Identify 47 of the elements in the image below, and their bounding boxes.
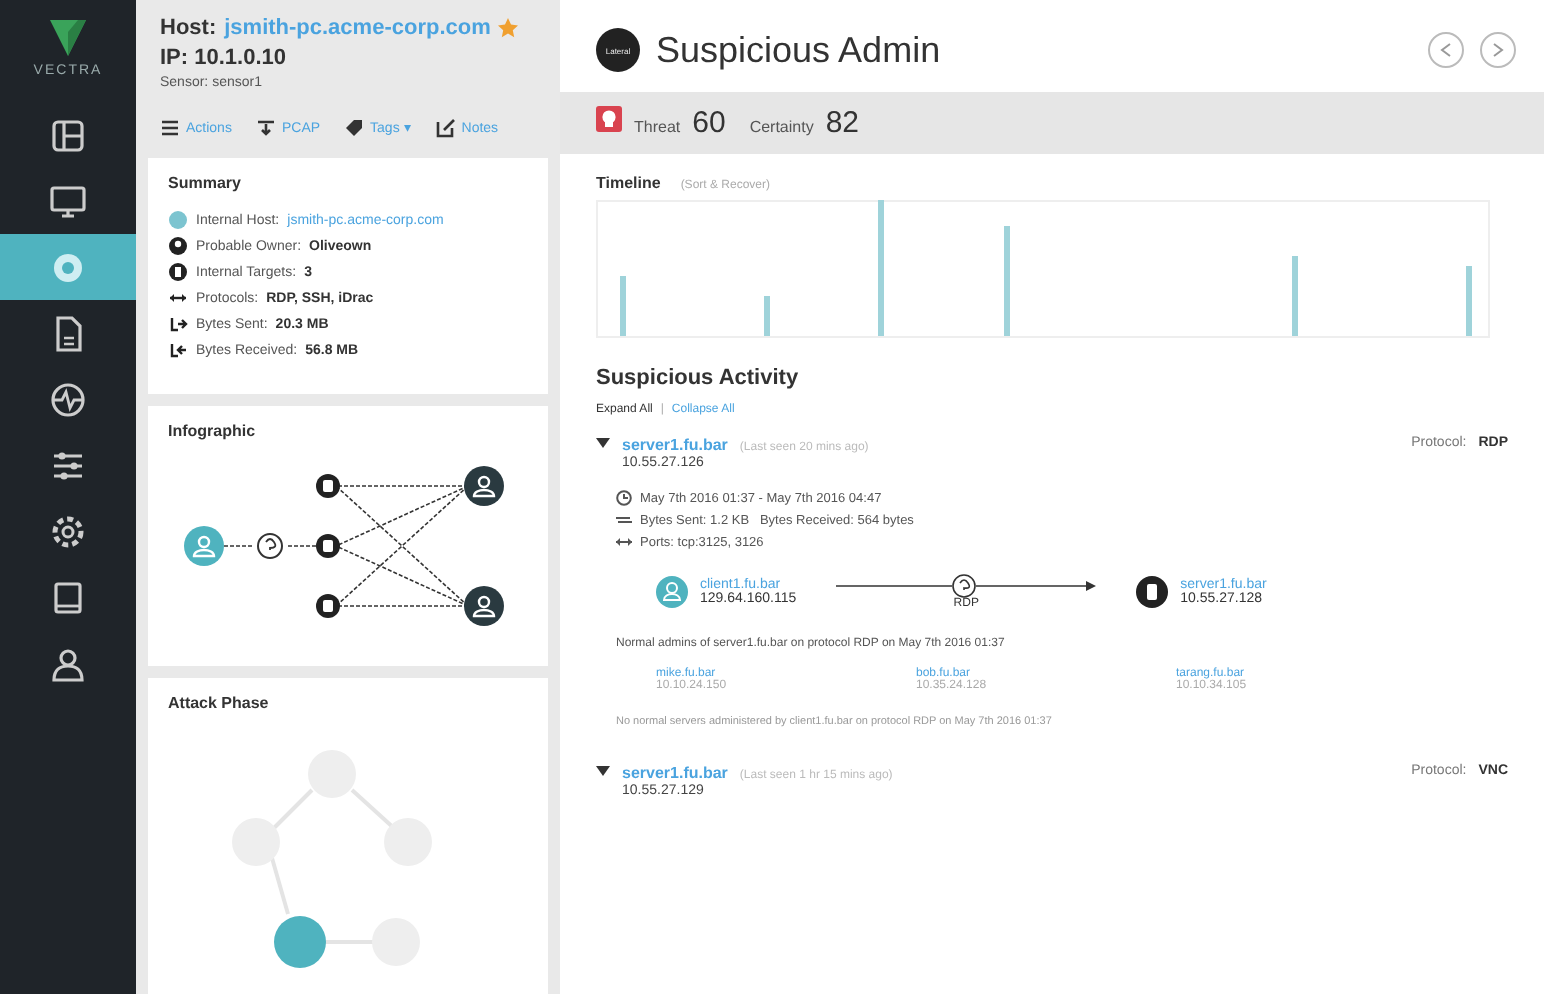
timeline-bar: [878, 200, 884, 336]
transfer-icon: [616, 512, 632, 528]
card-title: Infographic: [168, 422, 258, 441]
owner-icon: [168, 236, 188, 256]
detection-title: Suspicious Admin: [656, 29, 943, 71]
monitor-icon: [48, 181, 88, 221]
logo-icon: [46, 16, 90, 60]
card-title: Attack Phase: [168, 694, 271, 712]
threat-score: 60: [692, 106, 726, 140]
download-icon: [168, 340, 188, 360]
certainty-label: Certainty: [749, 118, 814, 136]
note-icon: [435, 118, 456, 138]
host-link[interactable]: server1.fu.bar: [622, 764, 728, 782]
tag-icon: [344, 118, 365, 138]
host-name-link[interactable]: jsmith-pc.acme-corp.com: [224, 16, 491, 40]
timeline-bar: [764, 296, 770, 336]
target-icon: [168, 262, 188, 282]
arrows-icon: [168, 288, 188, 308]
section-title: Timeline: [596, 174, 661, 192]
caret-icon[interactable]: [596, 436, 610, 450]
timeline-bar: [1292, 256, 1298, 336]
threat-label: Threat: [634, 118, 681, 136]
timeline-bar: [1466, 266, 1472, 336]
card-title: Summary: [168, 174, 243, 192]
chevron-right-icon: [1492, 42, 1504, 58]
server-icon: [1136, 576, 1169, 608]
caret-icon[interactable]: [596, 764, 610, 778]
clock-icon: [616, 490, 632, 506]
list-icon: [160, 118, 180, 138]
timeline-bar: [620, 276, 626, 336]
book-icon: [48, 577, 88, 617]
ip-address: IP: 10.1.0.10: [160, 46, 288, 70]
certainty-score: 82: [825, 106, 860, 140]
arrows-icon: [616, 534, 632, 550]
timeline-bar: [1004, 226, 1010, 336]
person-icon: [48, 643, 88, 683]
pulse-icon: [48, 379, 88, 419]
host-link[interactable]: server1.fu.bar: [622, 436, 728, 454]
host-label: Host:: [160, 16, 217, 40]
host-icon: [168, 210, 188, 230]
upload-icon: [168, 314, 188, 334]
settings-icon: [48, 511, 88, 551]
grid-icon: [48, 115, 88, 155]
download-icon: [255, 118, 276, 138]
section-title: Suspicious Activity: [596, 366, 801, 390]
chevron-left-icon: [1440, 42, 1452, 58]
person-icon: [656, 576, 688, 608]
